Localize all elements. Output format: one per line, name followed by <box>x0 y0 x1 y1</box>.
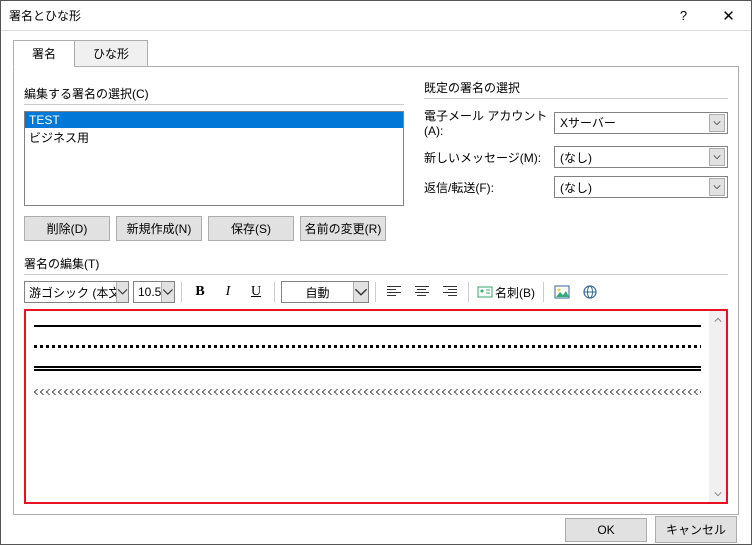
new-button[interactable]: 新規作成(N) <box>116 216 202 241</box>
reply-select[interactable]: (なし) <box>554 176 728 198</box>
content-area: 署名 ひな形 編集する署名の選択(C) TEST ビジネス用 削除(D) <box>1 31 751 515</box>
separator <box>181 282 182 302</box>
hr-solid <box>34 325 701 327</box>
divider <box>424 98 728 99</box>
separator <box>543 282 544 302</box>
window-title: 署名とひな形 <box>9 7 661 24</box>
scrollbar[interactable] <box>709 311 726 502</box>
save-button[interactable]: 保存(S) <box>208 216 294 241</box>
separator <box>375 282 376 302</box>
format-toolbar: 游ゴシック (本文の 10.5 B I U 自動 <box>24 281 728 303</box>
tab-signature[interactable]: 署名 <box>13 40 75 67</box>
tab-strip: 署名 ひな形 <box>13 40 739 67</box>
picture-button[interactable] <box>550 281 574 303</box>
signature-edit-legend: 署名の編集(T) <box>24 255 728 272</box>
chevron-down-icon <box>709 178 725 196</box>
new-message-select[interactable]: (なし) <box>554 146 728 168</box>
cancel-button[interactable]: キャンセル <box>655 516 737 543</box>
align-center-button[interactable] <box>410 281 434 303</box>
divider <box>24 274 728 275</box>
reply-label: 返信/転送(F): <box>424 179 554 196</box>
separator <box>274 282 275 302</box>
divider <box>24 104 404 105</box>
dialog-window: 署名とひな形 ? ✕ 署名 ひな形 編集する署名の選択(C) TEST ビジネス… <box>0 0 752 545</box>
separator <box>468 282 469 302</box>
signature-listbox[interactable]: TEST ビジネス用 <box>24 111 404 206</box>
ok-button[interactable]: OK <box>565 518 647 542</box>
underline-button[interactable]: U <box>244 281 268 303</box>
size-select[interactable]: 10.5 <box>133 281 175 303</box>
font-select[interactable]: 游ゴシック (本文の <box>24 281 129 303</box>
chevron-down-icon <box>709 148 725 166</box>
dialog-footer: OK キャンセル <box>1 515 751 544</box>
reply-value: (なし) <box>560 179 592 196</box>
chevron-down-icon <box>353 282 368 302</box>
new-message-value: (なし) <box>560 149 592 166</box>
delete-button[interactable]: 削除(D) <box>24 216 110 241</box>
account-label: 電子メール アカウント(A): <box>424 107 554 138</box>
scroll-track[interactable] <box>709 328 726 485</box>
default-signature-legend: 既定の署名の選択 <box>424 79 728 96</box>
editor-highlight <box>24 309 728 504</box>
color-select[interactable]: 自動 <box>281 281 369 303</box>
chevron-down-icon <box>161 282 174 302</box>
bizcard-icon[interactable]: 名刺(B) <box>475 281 537 303</box>
chevron-down-icon <box>116 282 128 302</box>
account-value: Xサーバー <box>560 114 616 131</box>
hyperlink-button[interactable] <box>578 281 602 303</box>
hr-double <box>34 366 701 371</box>
titlebar: 署名とひな形 ? ✕ <box>1 1 751 31</box>
scroll-up-button[interactable] <box>709 311 726 328</box>
signature-editor[interactable] <box>26 311 709 502</box>
hr-dotted <box>34 345 701 348</box>
rename-button[interactable]: 名前の変更(R) <box>300 216 386 241</box>
bold-button[interactable]: B <box>188 281 212 303</box>
chevron-down-icon <box>709 114 725 132</box>
list-item[interactable]: TEST <box>25 112 403 128</box>
align-left-button[interactable] <box>382 281 406 303</box>
tab-panel: 編集する署名の選択(C) TEST ビジネス用 削除(D) 新規作成(N) 保存… <box>13 66 739 515</box>
close-button[interactable]: ✕ <box>706 1 751 30</box>
hr-zigzag <box>34 389 701 395</box>
list-item[interactable]: ビジネス用 <box>25 128 403 147</box>
new-message-label: 新しいメッセージ(M): <box>424 149 554 166</box>
tab-template[interactable]: ひな形 <box>74 40 148 67</box>
edit-signature-legend: 編集する署名の選択(C) <box>24 85 404 102</box>
align-right-button[interactable] <box>438 281 462 303</box>
scroll-down-button[interactable] <box>709 485 726 502</box>
account-select[interactable]: Xサーバー <box>554 112 728 134</box>
edit-signature-group: 編集する署名の選択(C) TEST ビジネス用 削除(D) 新規作成(N) 保存… <box>24 85 404 241</box>
italic-button[interactable]: I <box>216 281 240 303</box>
help-button[interactable]: ? <box>661 1 706 30</box>
